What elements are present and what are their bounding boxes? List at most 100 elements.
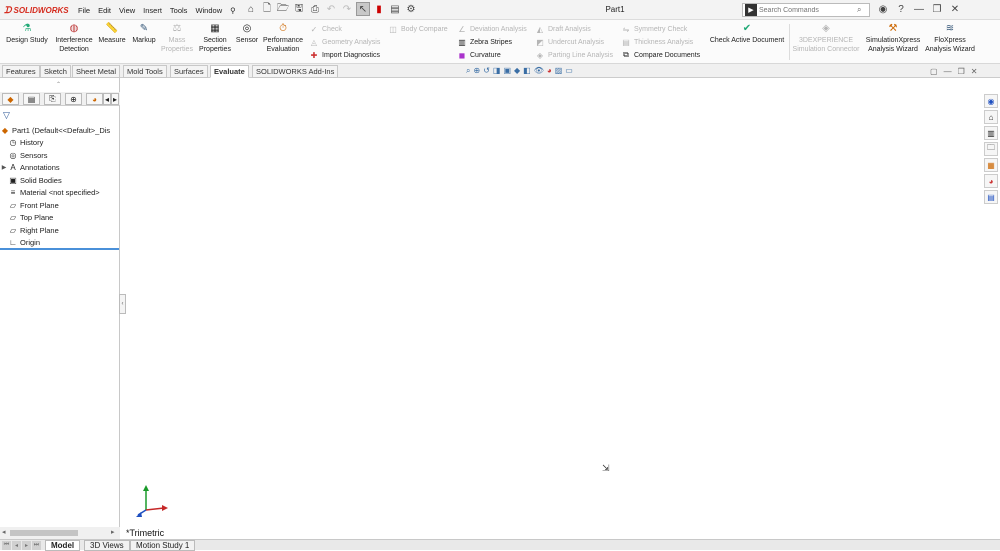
display-manager-tab-icon[interactable]: ◕ [86,93,103,105]
tab-sheet-metal[interactable]: Sheet Metal [72,65,121,78]
view-palette-icon[interactable]: ▦ [984,158,998,172]
search-commands[interactable]: ▶ ⌕ [742,3,870,17]
feature-manager-tab-icon[interactable]: ◆ [2,93,19,105]
tab-sketch[interactable]: Sketch [40,65,71,78]
minimize-icon[interactable]: — [912,2,926,16]
search-icon[interactable]: ⌕ [857,5,861,15]
dimxpert-tab-icon[interactable]: ⊕ [65,93,82,105]
undercut-analysis-button[interactable]: ◩ Undercut Analysis [535,36,604,48]
draft-analysis-button[interactable]: ◭ Draft Analysis [535,23,591,35]
menu-file[interactable]: File [74,4,94,17]
close-icon[interactable]: ✕ [948,2,962,16]
tab-surfaces[interactable]: Surfaces [170,65,208,78]
rollback-bar[interactable] [0,248,119,250]
expand-arrow-icon[interactable]: ▶ [0,164,8,171]
tree-item-sensors[interactable]: ◎ Sensors [0,149,120,162]
tab-mold-tools[interactable]: Mold Tools [123,65,167,78]
view-settings-icon[interactable]: ▭ [565,66,573,76]
file-explorer-icon[interactable]: 🗀 [984,142,998,156]
tree-item-front-plane[interactable]: ▱ Front Plane [0,199,120,212]
configuration-manager-tab-icon[interactable]: ⎘ [44,93,61,105]
symmetry-check-button[interactable]: ⇋ Symmetry Check [621,23,688,35]
check-button[interactable]: ✓ Check [309,23,342,35]
last-tab-icon[interactable]: ⏭ [32,541,41,550]
display-style-icon[interactable]: ◧ [523,66,531,76]
first-tab-icon[interactable]: ⏮ [2,541,11,550]
file-properties-icon[interactable]: ▤ [388,2,402,16]
markup-button[interactable]: ✎ Markup [128,22,160,45]
viewport-close-icon[interactable]: ✕ [971,67,978,76]
tree-item-right-plane[interactable]: ▱ Right Plane [0,224,120,237]
tree-item-annotations[interactable]: ▶ A Annotations [0,162,120,175]
sensor-button[interactable]: ◎ Sensor [234,22,260,45]
scroll-thumb[interactable] [10,530,78,536]
performance-evaluation-button[interactable]: ⏱ Performance Evaluation [260,22,306,54]
custom-properties-icon[interactable]: ▤ [984,190,998,204]
parting-line-analysis-button[interactable]: ◈ Parting Line Analysis [535,49,613,61]
graphics-area[interactable]: *Trimetric ⇲ [126,78,984,539]
deviation-analysis-button[interactable]: ∠ Deviation Analysis [457,23,526,35]
tab-model[interactable]: Model [45,540,81,551]
curvature-button[interactable]: ◼ Curvature [457,49,501,61]
zoom-to-fit-icon[interactable]: ⌕ [466,66,470,76]
undo-icon[interactable]: ↶ [324,2,338,16]
tab-motion-study-1[interactable]: Motion Study 1 [130,540,196,551]
select-pointer-icon[interactable]: ↖ [356,2,370,16]
section-view-icon[interactable]: ◨ [493,66,501,76]
tab-scroll-right-icon[interactable]: ▸ [111,93,119,105]
floxpress-button[interactable]: ≋ FloXpress Analysis Wizard [924,22,976,54]
open-folder-icon[interactable]: 🗁 [276,2,290,16]
3dexperience-connector-button[interactable]: ◈ 3DEXPERIENCE Simulation Connector [790,22,862,54]
save-icon[interactable]: 🖫 [292,2,306,16]
solidworks-logo[interactable]: ᗪ SOLIDWORKS [4,4,69,16]
new-document-icon[interactable]: 🗋 [260,2,274,16]
tab-3d-views[interactable]: 3D Views [84,540,130,551]
user-icon[interactable]: ◉ [876,2,890,16]
interference-detection-button[interactable]: ◍ Interference Detection [52,22,96,54]
panel-horizontal-scrollbar[interactable]: ◂ ▸ [0,527,120,539]
menu-view[interactable]: View [115,4,139,17]
tab-solidworks-add-ins[interactable]: SOLIDWORKS Add-Ins [252,65,339,78]
tab-features[interactable]: Features [2,65,40,78]
redo-icon[interactable]: ↷ [340,2,354,16]
menu-tools[interactable]: Tools [166,4,192,17]
viewport-restore-icon[interactable]: ❐ [958,67,965,76]
menu-insert[interactable]: Insert [139,4,166,17]
body-compare-button[interactable]: ◫ Body Compare [388,23,447,35]
3dexperience-marketplace-icon[interactable]: ◉ [984,94,998,108]
panel-collapse-handle[interactable]: ⌃ [56,81,61,88]
hide-show-items-icon[interactable]: 👁 [534,66,544,76]
dynamic-annotation-icon[interactable]: ▣ [503,66,511,76]
zebra-stripes-button[interactable]: ▥ Zebra Stripes [457,36,512,48]
solidworks-resources-icon[interactable]: ⌂ [984,110,998,124]
panel-splitter-handle[interactable]: ‹ [119,294,126,314]
geometry-analysis-button[interactable]: ◬ Geometry Analysis [309,36,380,48]
appearances-icon[interactable]: ◕ [984,174,998,188]
help-icon[interactable]: ? [894,2,908,16]
home-icon[interactable]: ⌂ [244,2,258,16]
import-diagnostics-button[interactable]: ✚ Import Diagnostics [309,49,380,61]
pin-icon[interactable]: ⚲ [226,4,240,17]
edit-appearance-icon[interactable]: ◕ [547,66,552,76]
filter-icon[interactable]: ▽ [3,110,10,121]
options-gear-icon[interactable]: ⚙ [404,2,418,16]
menu-edit[interactable]: Edit [94,4,115,17]
design-library-icon[interactable]: ▥ [984,126,998,140]
viewport-tile-icon[interactable]: ▢ [930,67,938,76]
zoom-area-icon[interactable]: ⊕ [473,66,480,76]
tab-evaluate[interactable]: Evaluate [210,65,249,78]
section-properties-button[interactable]: ▦ Section Properties [196,22,234,54]
tree-item-top-plane[interactable]: ▱ Top Plane [0,212,120,225]
rebuild-icon[interactable]: ▮ [372,2,386,16]
menu-window[interactable]: Window [191,4,226,17]
tree-root-part[interactable]: ◆ Part1 (Default<<Default>_Dis [0,124,120,137]
previous-view-icon[interactable]: ↺ [483,66,490,76]
scroll-right-icon[interactable]: ▸ [111,528,115,536]
tree-item-history[interactable]: ◷ History [0,137,120,150]
apply-scene-icon[interactable]: ▨ [555,66,563,76]
measure-button[interactable]: 📏 Measure [96,22,128,45]
next-tab-icon[interactable]: ▸ [22,541,31,550]
tree-item-solid-bodies[interactable]: ▣ Solid Bodies [0,174,120,187]
thickness-analysis-button[interactable]: ▤ Thickness Analysis [621,36,693,48]
view-orientation-icon[interactable]: ◆ [514,66,520,76]
